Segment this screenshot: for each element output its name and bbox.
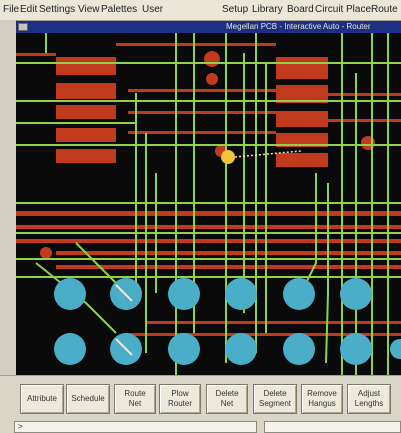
selected-node[interactable] [221,150,235,164]
delete-segment-button[interactable]: Delete Segment [253,384,297,414]
delete-segment-label-1: Delete [263,389,287,398]
attribute-button[interactable]: Attribute [20,384,64,414]
attribute-button-label: Attribute [27,394,57,403]
route-net-label-2: Net [128,399,142,408]
window-menu-icon[interactable] [18,23,28,31]
window-title-bar: Megellan PCB - Interactive Auto - Router [16,21,401,33]
menu-route[interactable]: Route [371,4,398,15]
menu-view[interactable]: View [78,4,100,15]
left-frame [0,20,17,375]
command-input[interactable]: > [14,421,257,433]
delete-net-label-2: Net [220,399,234,408]
menu-library[interactable]: Library [252,4,283,15]
delete-net-label-1: Delete [215,389,239,398]
adjust-lengths-label-2: Lengths [354,399,384,408]
menu-edit[interactable]: Edit [20,4,37,15]
plow-router-label-2: Router [167,399,192,408]
route-net-label-1: Route [124,389,146,398]
pcb-layout [16,33,401,375]
menu-bar: File Edit Settings View Palettes User Se… [0,0,401,21]
remove-hangus-button[interactable]: Remove Hangus [301,384,343,414]
menu-setup[interactable]: Setup [222,4,248,15]
schedule-button[interactable]: Schedule [66,384,110,414]
remove-hangus-label-1: Remove [307,389,337,398]
menu-board[interactable]: Board [287,4,314,15]
window-title: Megellan PCB - Interactive Auto - Router [226,22,371,31]
menu-place[interactable]: Place [346,4,371,15]
schedule-button-label: Schedule [71,394,105,403]
menu-circuit[interactable]: Circuit [315,4,343,15]
remove-hangus-label-2: Hangus [308,399,336,408]
plow-router-button[interactable]: Plow Router [159,384,201,414]
status-field [264,421,401,433]
menu-user[interactable]: User [142,4,163,15]
route-net-button[interactable]: Route Net [114,384,156,414]
plow-router-label-1: Plow [171,389,189,398]
delete-segment-label-2: Segment [258,399,292,408]
adjust-lengths-button[interactable]: Adjust Lengths [347,384,391,414]
menu-settings[interactable]: Settings [39,4,75,15]
adjust-lengths-label-1: Adjust [357,389,381,398]
delete-net-button[interactable]: Delete Net [206,384,248,414]
pcb-canvas[interactable] [16,33,401,375]
menu-palettes[interactable]: Palettes [101,4,137,15]
menu-file[interactable]: File [3,4,19,15]
command-toolbar: Attribute Schedule Route Net Plow Router D… [0,375,401,420]
